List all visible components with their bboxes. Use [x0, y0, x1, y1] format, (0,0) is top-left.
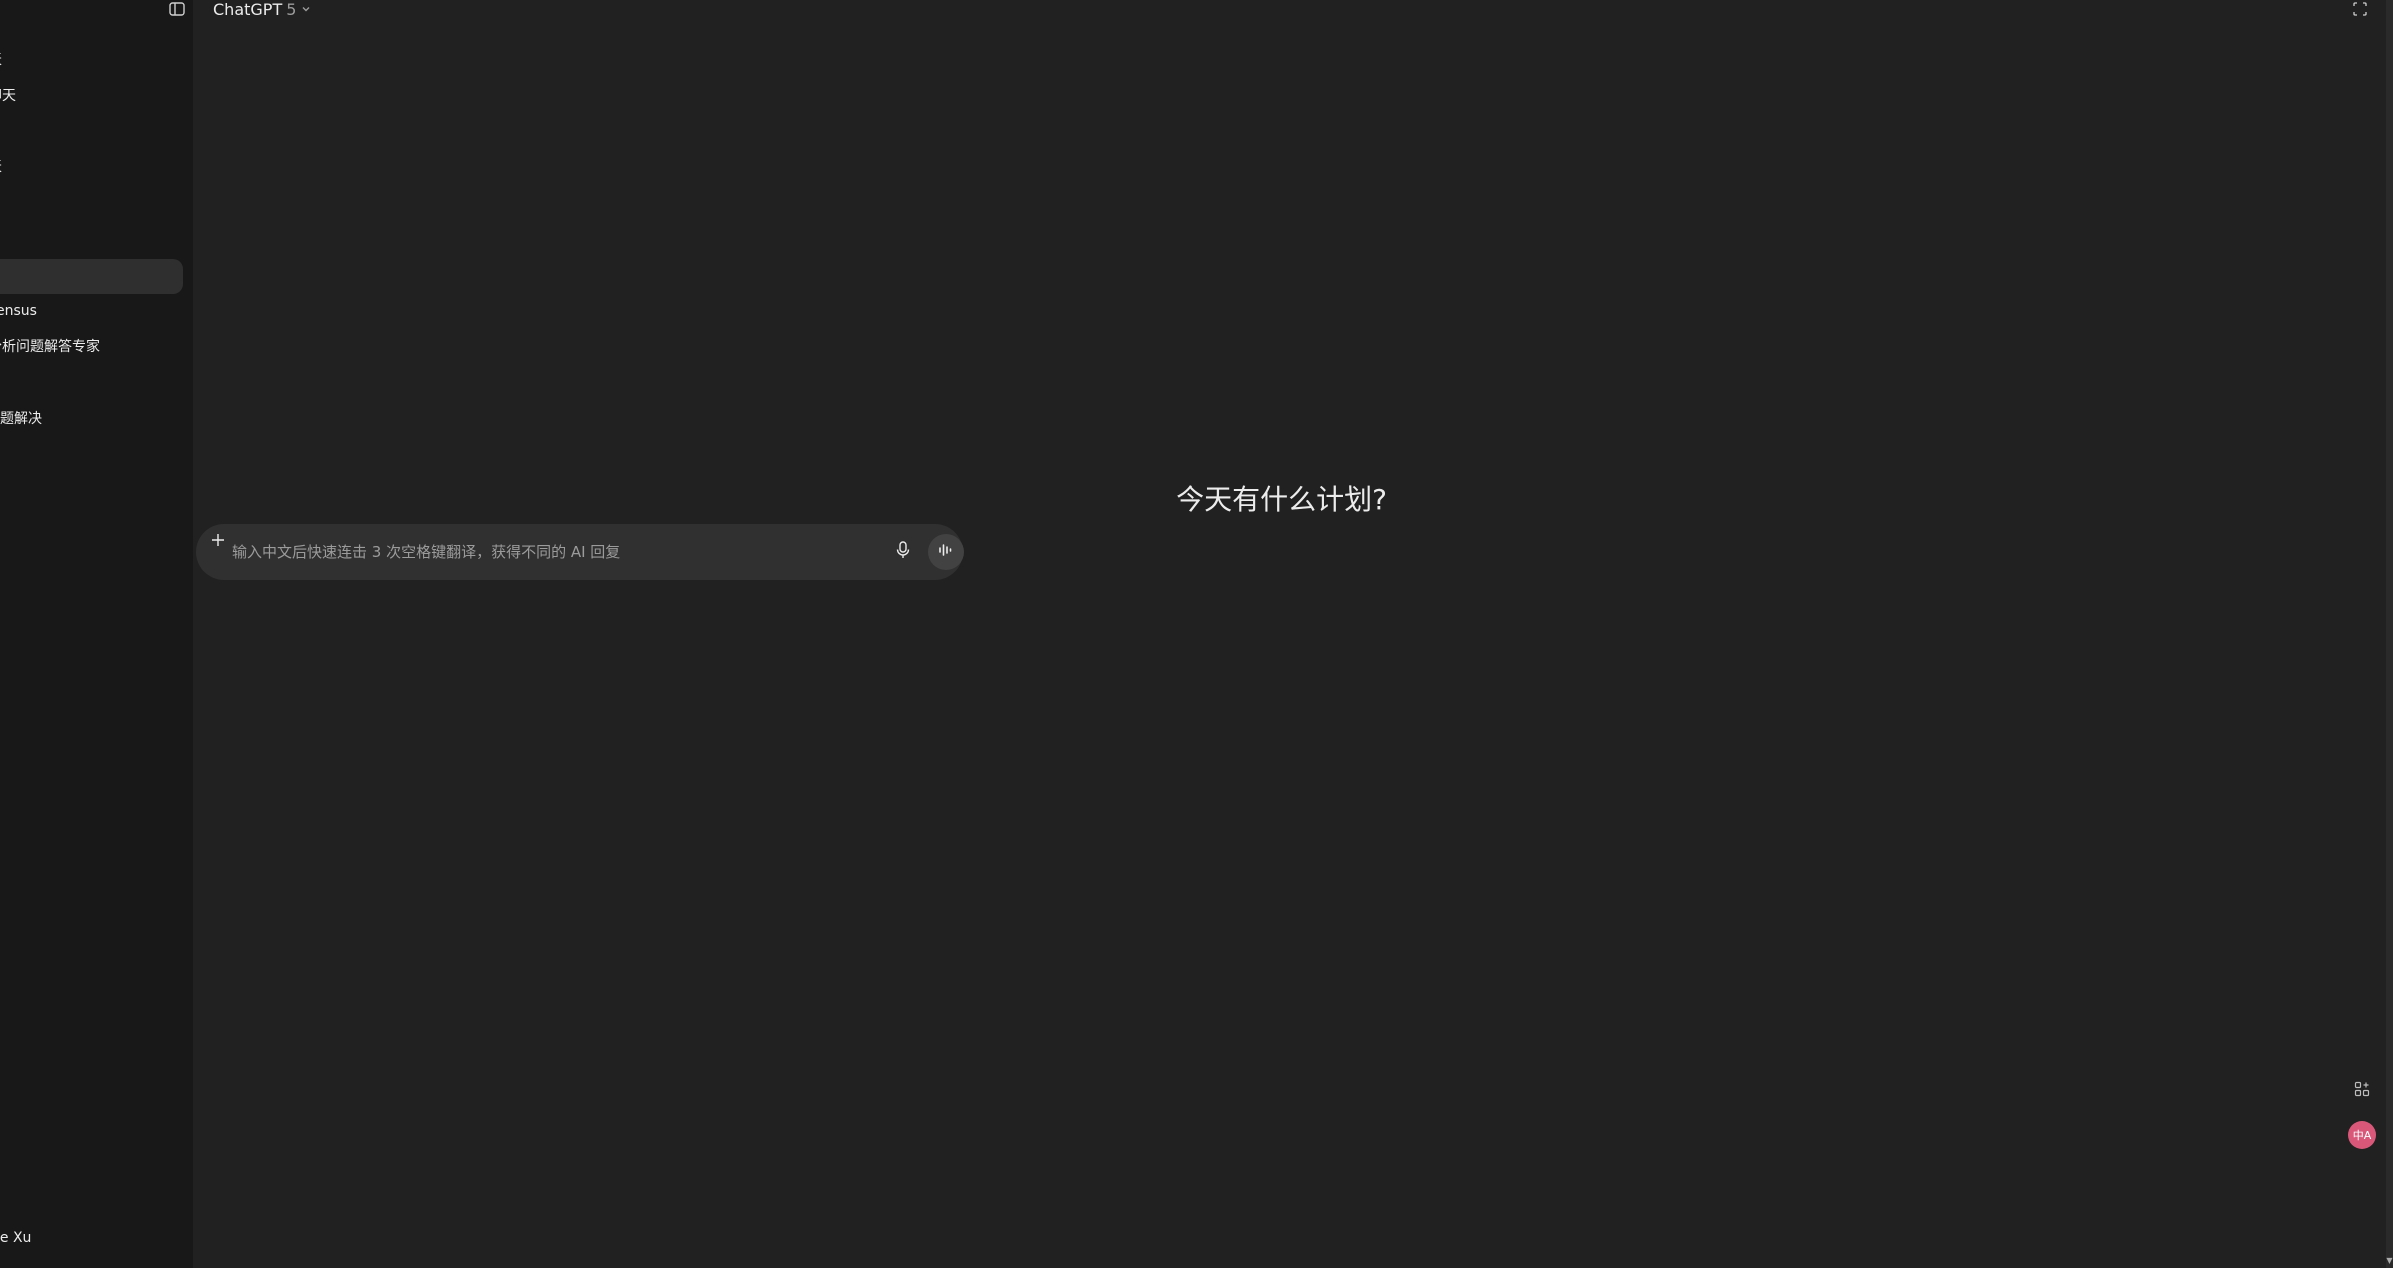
- dictate-button[interactable]: [890, 539, 916, 565]
- translate-icon[interactable]: 中A: [2348, 1121, 2376, 1149]
- user-name: le Xu: [0, 1230, 32, 1246]
- add-attachment-button[interactable]: [206, 530, 230, 554]
- sidebar-item-1[interactable]: 天: [0, 50, 2, 70]
- sidebar-item-label: 分析问题解答专家: [0, 339, 100, 355]
- sidebar-item-3[interactable]: 天: [0, 157, 2, 177]
- sidebar-item-2[interactable]: 聊天: [0, 86, 16, 106]
- sidebar-item-label: 天: [0, 159, 2, 175]
- model-picker[interactable]: ChatGPT 5: [213, 0, 312, 19]
- voice-mode-button[interactable]: [928, 534, 964, 570]
- microphone-icon: [895, 541, 911, 563]
- sidebar-item-label: 聊天: [0, 88, 16, 104]
- temporary-chat-icon[interactable]: [2351, 0, 2369, 18]
- apps-grid-icon[interactable]: [2350, 1077, 2374, 1101]
- sidebar: 天 聊天 天 ensus 分析问题解答专家 问题解决 le Xu: [0, 0, 193, 1268]
- translate-label: 中A: [2352, 1129, 2372, 1142]
- user-profile-button[interactable]: le Xu: [0, 1230, 31, 1246]
- prompt-input[interactable]: [232, 538, 872, 566]
- app-root: 天 聊天 天 ensus 分析问题解答专家 问题解决 le Xu ChatGPT…: [0, 0, 2393, 1268]
- sidebar-item-label: 天: [0, 52, 2, 68]
- voice-waveform-icon: [937, 542, 955, 562]
- sidebar-item-7[interactable]: 问题解决: [0, 409, 42, 429]
- chevron-down-icon: [300, 0, 312, 19]
- scrollbar[interactable]: [2386, 0, 2393, 1268]
- model-name: ChatGPT: [213, 0, 283, 19]
- sidebar-item-label: ensus: [0, 303, 37, 319]
- scroll-down-arrow-icon[interactable]: ▼: [2386, 1256, 2393, 1268]
- sidebar-item-6[interactable]: 分析问题解答专家: [0, 337, 100, 357]
- plus-icon: [210, 531, 226, 553]
- model-version: 5: [286, 0, 297, 19]
- composer: [196, 524, 964, 580]
- sidebar-item-label: 问题解决: [0, 411, 42, 427]
- page-title: 今天有什么计划?: [1176, 483, 1387, 516]
- sidebar-toggle-icon[interactable]: [166, 0, 188, 18]
- sidebar-item-5[interactable]: ensus: [0, 301, 37, 321]
- sidebar-active-highlight[interactable]: [0, 259, 183, 294]
